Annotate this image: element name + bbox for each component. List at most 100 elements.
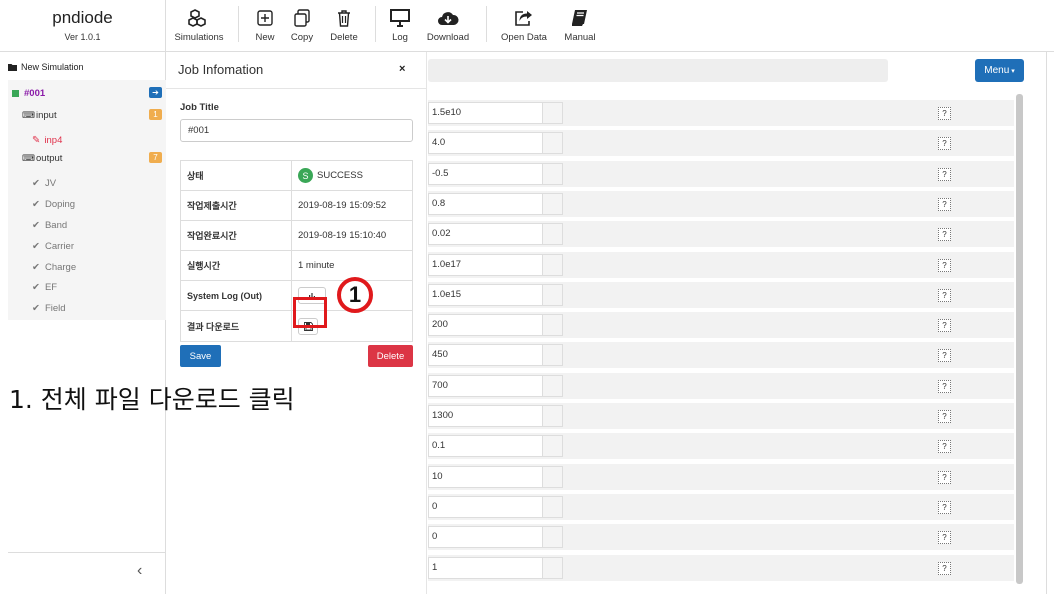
parameter-input[interactable]: 700 [428,374,543,397]
toolbar-divider [375,6,376,42]
new-button[interactable]: New [250,6,280,46]
parameter-unit-addon [543,162,563,185]
folder-icon [8,64,17,71]
complete-time-value: 2019-08-19 15:10:40 [298,230,387,241]
help-icon[interactable]: ? [938,197,951,211]
collapse-sidebar-icon[interactable]: ‹ [137,562,142,580]
save-button[interactable]: Save [180,345,221,367]
help-icon[interactable]: ? [938,319,951,333]
output-charge-label: Charge [44,261,77,273]
parameter-row: 0.1? [428,433,1014,460]
parameter-row: 0? [428,524,1014,551]
arrow-right-icon[interactable]: ➔ [149,87,162,98]
tree-item-output[interactable]: ⌨ output 7 [22,149,180,167]
highlight-box [293,297,327,328]
check-icon: ✔ [32,261,40,273]
open-data-button[interactable]: Open Data [499,6,549,46]
cloud-download-icon [425,6,471,30]
vertical-scrollbar[interactable] [1016,94,1023,584]
parameter-search-bar[interactable] [428,59,888,82]
input-label: input [36,109,57,121]
parameter-row: 1300? [428,403,1014,429]
parameter-unit-addon [543,435,563,458]
job-title-input[interactable]: #001 [180,119,413,142]
help-icon[interactable]: ? [938,288,951,302]
parameter-input[interactable]: 10 [428,465,543,488]
delete-button[interactable]: Delete [327,6,361,46]
manual-label: Manual [564,32,596,43]
help-icon[interactable]: ? [938,440,951,454]
help-icon[interactable]: ? [938,107,951,120]
parameter-input[interactable]: 1.0e17 [428,253,543,276]
parameter-row: 1.0e15? [428,281,1014,308]
check-icon: ✔ [32,177,40,189]
tree-item-input[interactable]: ⌨ input 1 [22,106,180,124]
help-icon[interactable]: ? [938,500,951,514]
info-row-submit-time: 작업제출시간 2019-08-19 15:09:52 [181,191,412,221]
app-version: Ver 1.0.1 [64,32,101,42]
copy-label: Copy [290,32,314,43]
parameter-unit-addon [543,405,563,427]
parameter-input[interactable]: 0 [428,495,543,518]
help-icon[interactable]: ? [938,410,951,423]
manual-button[interactable]: Manual [562,6,598,46]
output-label: output [36,152,63,164]
new-label: New [255,32,275,43]
parameter-input[interactable]: 450 [428,344,543,367]
copy-button[interactable]: Copy [287,6,317,46]
new-simulation-item[interactable]: New Simulation [8,56,166,78]
parameter-input[interactable]: 200 [428,314,543,337]
help-icon[interactable]: ? [938,258,951,272]
delete-job-button[interactable]: Delete [368,345,413,367]
help-icon[interactable]: ? [938,379,951,393]
submit-time-key: 작업제출시간 [181,191,292,220]
parameter-row: 1.0e17? [428,251,1014,278]
parameter-input[interactable]: 0 [428,526,543,549]
open-data-label: Open Data [501,32,547,43]
parameter-unit-addon [543,192,563,215]
help-icon[interactable]: ? [938,531,951,545]
step-number-badge: 1 [333,274,379,314]
instruction-caption: 1. 전체 파일 다운로드 클릭 [9,385,295,414]
parameter-input[interactable]: 4.0 [428,132,543,155]
parameter-unit-addon [543,465,563,488]
parameter-input[interactable]: 0.1 [428,435,543,458]
simulations-label: Simulations [174,32,224,43]
parameter-input[interactable]: 1300 [428,405,543,427]
tree-item-job[interactable]: #001 ➔ [12,84,170,102]
edit-icon: ✎ [32,134,41,146]
menu-button[interactable]: Menu ▾ [975,59,1024,82]
download-button[interactable]: Download [425,6,471,46]
laptop-icon: ⌨ [22,109,35,120]
log-button[interactable]: Log [385,6,415,46]
parameter-input[interactable]: 0.8 [428,192,543,215]
check-icon: ✔ [32,198,40,210]
help-icon[interactable]: ? [938,228,951,242]
parameter-input[interactable]: 1 [428,556,543,579]
parameter-row: 4.0? [428,130,1014,157]
parameter-unit-addon [543,314,563,337]
status-key: 상태 [181,161,292,190]
parameter-input[interactable]: 1.5e10 [428,102,543,124]
cubes-icon [172,6,226,30]
parameter-input[interactable]: 1.0e15 [428,283,543,306]
output-jv-label: JV [44,177,57,189]
help-icon[interactable]: ? [938,470,951,484]
help-icon[interactable]: ? [938,167,951,181]
help-icon[interactable]: ? [938,137,951,151]
status-text: SUCCESS [317,170,363,181]
content-divider [1046,52,1047,594]
close-icon[interactable]: × [399,63,405,75]
parameter-input[interactable]: 0.02 [428,223,543,246]
inp4-label: inp4 [44,134,63,146]
simulations-button[interactable]: Simulations [172,6,226,46]
check-icon: ✔ [32,219,40,231]
parameter-unit-addon [543,102,563,124]
parameter-input[interactable]: -0.5 [428,162,543,185]
parameter-row: 1.5e10? [428,100,1014,126]
input-count-badge: 1 [149,109,162,120]
parameter-row: 0? [428,493,1014,520]
output-doping-label: Doping [44,198,76,210]
help-icon[interactable]: ? [938,349,951,363]
help-icon[interactable]: ? [938,561,951,575]
